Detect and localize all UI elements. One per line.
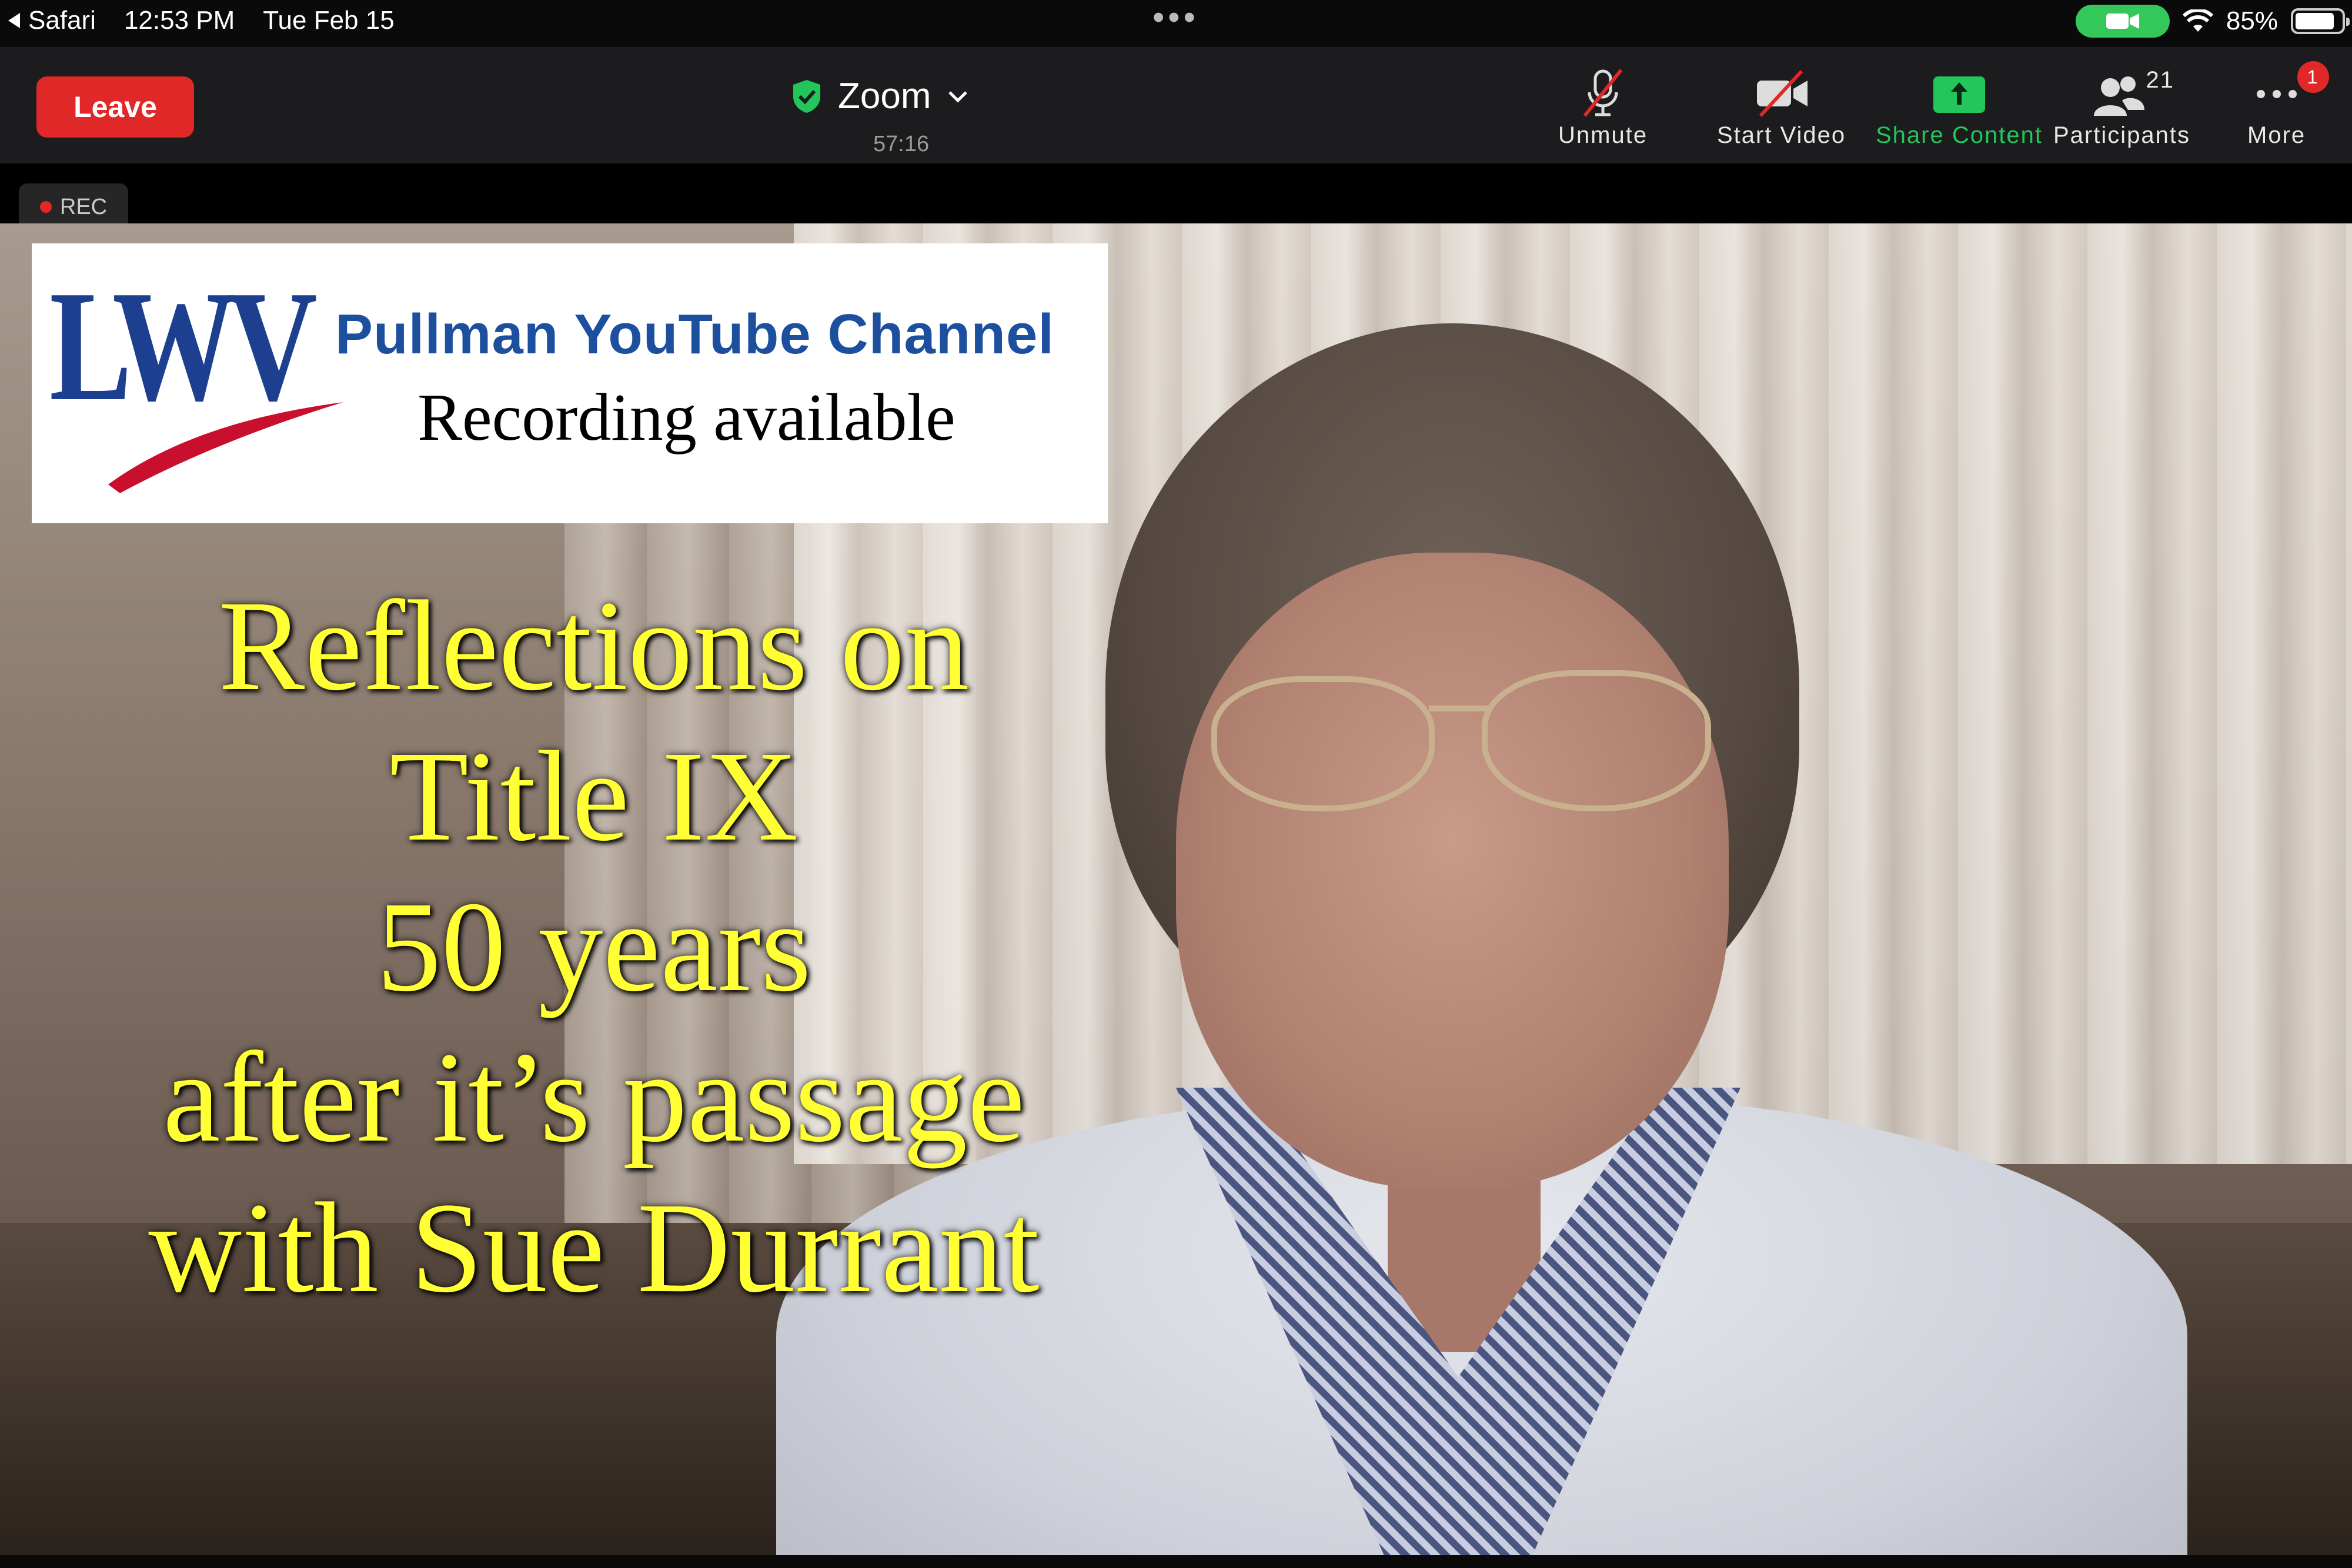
overlay-line-3: 50 years [376, 875, 811, 1018]
back-app-label: Safari [28, 6, 96, 35]
participants-count: 21 [2146, 67, 2174, 93]
overlay-line-1: Reflections on [218, 574, 970, 717]
more-notification-badge: 1 [2297, 61, 2329, 93]
unmute-label: Unmute [1558, 122, 1648, 148]
camera-icon [2106, 14, 2139, 29]
more-dots-icon: 1 [2250, 61, 2329, 122]
participants-icon: 21 [2089, 63, 2173, 122]
wifi-icon [2182, 9, 2213, 32]
recording-band: REC [0, 163, 2352, 230]
meeting-title: Zoom [838, 76, 931, 116]
back-to-app[interactable]: Safari [6, 6, 96, 35]
mic-muted-icon [1576, 63, 1629, 122]
leave-button[interactable]: Leave [36, 76, 194, 138]
meeting-timer: 57:16 [873, 132, 930, 156]
share-up-arrow-icon [1931, 63, 1987, 122]
participants-label: Participants [2053, 122, 2190, 148]
multitasking-dots[interactable]: ••• [1152, 1, 1199, 35]
overlay-line-2: Title IX [389, 724, 799, 868]
battery-percent: 85% [2226, 6, 2278, 35]
share-content-button[interactable]: Share Content [1876, 63, 2043, 149]
unmute-button[interactable]: Unmute [1558, 63, 1648, 149]
battery-fill [2296, 13, 2334, 29]
channel-title: Pullman YouTube Channel [335, 303, 1055, 366]
zoom-toolbar: Leave Zoom 57:16 Unmute Start Video Shar… [0, 47, 2352, 163]
glasses-left-lens [1211, 676, 1435, 811]
ios-status-bar: Safari 12:53 PM Tue Feb 15 ••• 85% [0, 0, 2352, 47]
video-feed[interactable]: LWV Pullman YouTube Channel Recording av… [0, 223, 2352, 1555]
overlay-title: Reflections on Title IX 50 years after i… [0, 570, 1188, 1323]
bottom-bar [0, 1555, 2352, 1568]
camera-in-use-indicator [2075, 5, 2170, 38]
overlay-line-5: with Sue Durrant [148, 1176, 1040, 1319]
back-arrow-icon [8, 13, 20, 28]
start-video-label: Start Video [1717, 122, 1846, 148]
status-time: 12:53 PM [123, 6, 235, 35]
status-date: Tue Feb 15 [263, 6, 395, 35]
video-off-icon [1752, 63, 1811, 122]
meeting-info-dropdown[interactable]: Zoom [791, 75, 970, 117]
more-button[interactable]: 1 More [2247, 61, 2329, 149]
start-video-button[interactable]: Start Video [1717, 63, 1846, 149]
chevron-down-icon [948, 91, 968, 103]
participants-button[interactable]: 21 Participants [2053, 63, 2190, 149]
shield-check-icon [793, 79, 820, 113]
overlay-line-4: after it’s passage [162, 1025, 1025, 1169]
status-bar-left: Safari 12:53 PM Tue Feb 15 [6, 6, 395, 35]
recording-available-text: Recording available [417, 380, 956, 454]
status-bar-right: 85% [2075, 5, 2350, 38]
more-label: More [2247, 122, 2306, 148]
recording-dot-icon [39, 201, 52, 213]
lwv-banner: LWV Pullman YouTube Channel Recording av… [32, 243, 1108, 523]
glasses-right-lens [1482, 670, 1711, 811]
lwv-swoosh-icon [108, 402, 343, 493]
battery-icon [2291, 8, 2350, 34]
person-face [1176, 553, 1729, 1188]
recording-label: REC [59, 194, 108, 219]
glasses-bridge [1429, 706, 1488, 711]
share-content-label: Share Content [1876, 122, 2043, 148]
